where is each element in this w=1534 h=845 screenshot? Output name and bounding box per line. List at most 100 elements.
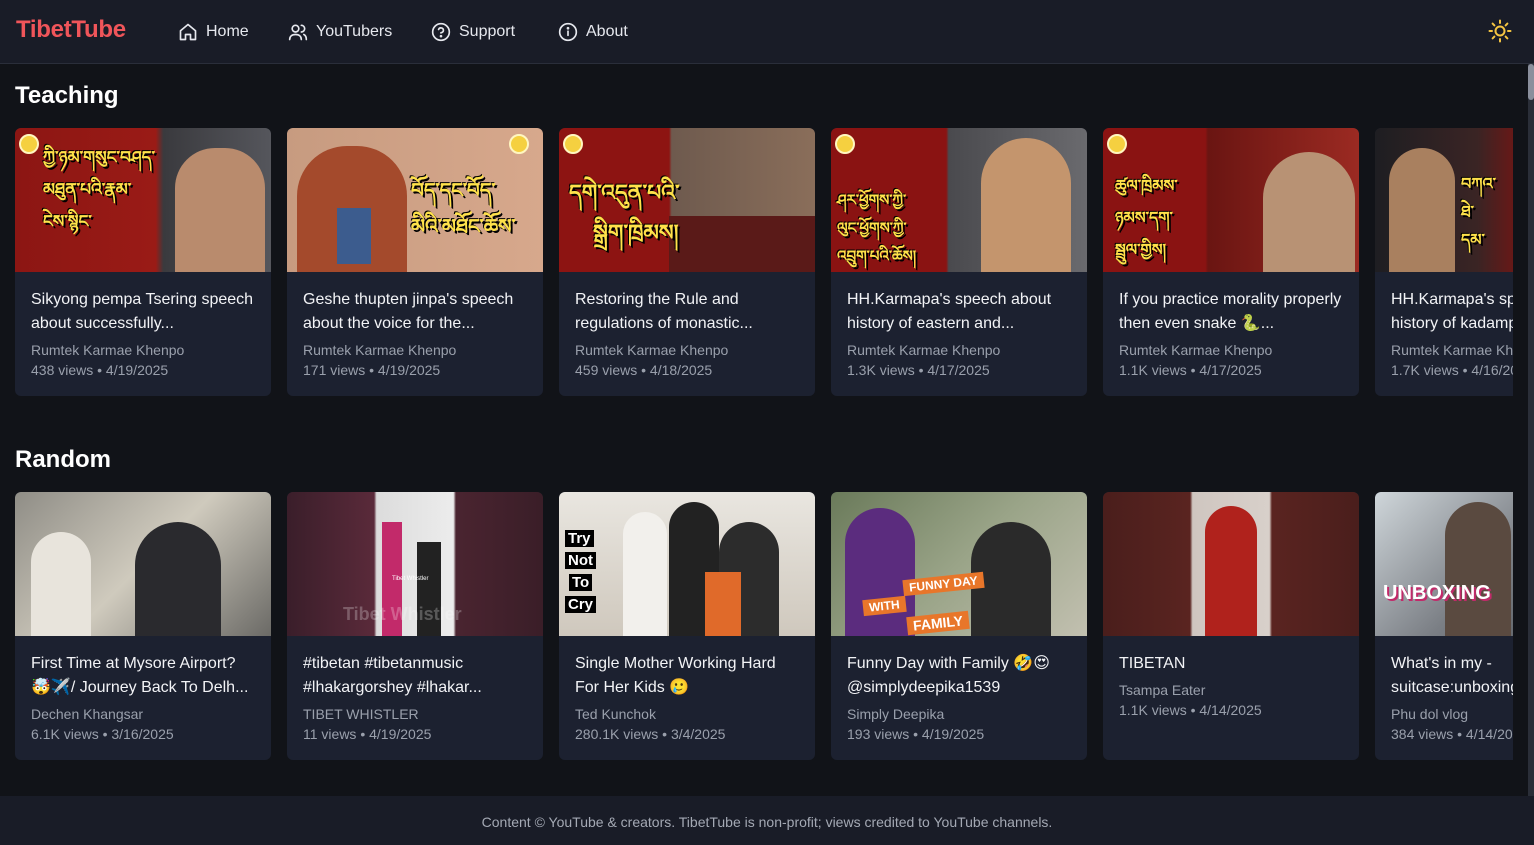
video-channel[interactable]: Rumtek Karmae Khenpo	[575, 342, 728, 358]
video-card[interactable]: TIBETAN Tsampa Eater 1.1K views • 4/14/2…	[1103, 492, 1359, 760]
emblem-icon	[563, 134, 583, 154]
video-channel[interactable]: Rumtek Karmae Khenpo	[303, 342, 456, 358]
video-thumbnail[interactable]: ཚུལ་ཁྲིམས་ ཉམས་དག་ སྦྲུལ་གྱིས།	[1103, 128, 1359, 272]
page-scrollbar[interactable]	[1528, 64, 1534, 796]
speaker-figure	[1389, 148, 1455, 272]
nav-item-label: About	[586, 23, 628, 40]
video-card[interactable]: དགེ་འདུན་པའི་ སྒྲིག་ཁྲིམས། Restoring the…	[559, 128, 815, 396]
person-figure	[623, 512, 667, 636]
speaker-figure	[1263, 152, 1355, 272]
video-title[interactable]: Restoring the Rule and regulations of mo…	[575, 288, 801, 336]
video-channel[interactable]: Phu dol vlog	[1391, 706, 1468, 722]
video-meta: 1.7K views • 4/16/2025	[1391, 362, 1513, 378]
video-title[interactable]: Funny Day with Family 🤣😍 @simplydeepika1…	[847, 652, 1073, 700]
video-channel[interactable]: Rumtek Karmae Khenpo	[31, 342, 184, 358]
person-figure	[1205, 506, 1257, 636]
video-title[interactable]: TIBETAN	[1119, 652, 1345, 676]
thumbnail-text: ངེས་སྙིང་	[43, 212, 92, 232]
video-meta: 1.1K views • 4/14/2025	[1119, 702, 1262, 718]
video-thumbnail[interactable]: FUNNY DAY WITH FAMILY	[831, 492, 1087, 636]
video-title[interactable]: HH.Karmapa's speech about history of kad…	[1391, 288, 1513, 336]
person-figure	[31, 532, 91, 636]
video-title[interactable]: HH.Karmapa's speech about history of eas…	[847, 288, 1073, 336]
video-meta: 193 views • 4/19/2025	[847, 726, 985, 742]
video-channel[interactable]: Simply Deepika	[847, 706, 944, 722]
video-title[interactable]: #tibetan #tibetanmusic #lhakargorshey #l…	[303, 652, 529, 700]
video-card[interactable]: བོད་དང་བོད་ མིའི་མཐོང་ཆོས་ Geshe thupten…	[287, 128, 543, 396]
video-channel[interactable]: Rumtek Karmae Khenpo	[847, 342, 1000, 358]
info-icon	[558, 22, 578, 42]
help-circle-icon	[431, 22, 451, 42]
video-card[interactable]: Try Not To Cry Single Mother Working Har…	[559, 492, 815, 760]
section-title: Teaching	[15, 82, 119, 109]
emblem-icon	[1107, 134, 1127, 154]
thumbnail-text: མིའི་མཐོང་ཆོས་	[411, 214, 516, 238]
video-card[interactable]: ཤར་ཕྱོགས་ཀྱི་ ལུང་ཕྱོགས་ཀྱི་ འབྲུག་པའི་ཆ…	[831, 128, 1087, 396]
video-title[interactable]: What's in my - suitcase:unboxing...	[1391, 652, 1513, 700]
video-channel[interactable]: Rumtek Karmae Khenpo	[1391, 342, 1513, 358]
video-thumbnail[interactable]: UNBOXING	[1375, 492, 1513, 636]
video-row-teaching[interactable]: ཀྱི་ཉམ་གསུང་བཤད་ མཐུན་པའི་རྣམ་ ངེས་སྙིང་…	[15, 128, 1513, 396]
thumbnail-text: སྦྲུལ་གྱིས།	[1115, 240, 1167, 259]
thumbnail-text: Not	[565, 552, 596, 569]
nav-item-label: Home	[206, 23, 249, 40]
video-channel[interactable]: Ted Kunchok	[575, 706, 656, 722]
video-channel[interactable]: Dechen Khangsar	[31, 706, 143, 722]
watermark-text: Tibet Whistler	[392, 576, 429, 582]
video-thumbnail[interactable]: ཀྱི་ཉམ་གསུང་བཤད་ མཐུན་པའི་རྣམ་ ངེས་སྙིང་	[15, 128, 271, 272]
brand-logo[interactable]: TibetTube	[16, 16, 126, 44]
thumbnail-text: སྒྲིག་ཁྲིམས།	[593, 221, 679, 246]
video-thumbnail[interactable]: Tibet Whistler Tibet Whistler	[287, 492, 543, 636]
video-meta: 280.1K views • 3/4/2025	[575, 726, 726, 742]
top-nav: TibetTube Home YouTubers Support About	[0, 0, 1534, 64]
video-meta: 384 views • 4/14/2025	[1391, 726, 1513, 742]
scrollbar-thumb[interactable]	[1528, 64, 1534, 100]
video-meta: 171 views • 4/19/2025	[303, 362, 441, 378]
video-channel[interactable]: Rumtek Karmae Khenpo	[1119, 342, 1272, 358]
video-card[interactable]: ཀྱི་ཉམ་གསུང་བཤད་ མཐུན་པའི་རྣམ་ ངེས་སྙིང་…	[15, 128, 271, 396]
nav-item-home[interactable]: Home	[178, 20, 249, 44]
video-thumbnail[interactable]	[15, 492, 271, 636]
video-channel[interactable]: TIBET WHISTLER	[303, 706, 419, 722]
watermark-text: Tibet Whistler	[343, 604, 462, 624]
video-channel[interactable]: Tsampa Eater	[1119, 682, 1205, 698]
video-thumbnail[interactable]: Try Not To Cry	[559, 492, 815, 636]
footer-text: Content © YouTube & creators. TibetTube …	[481, 814, 1053, 830]
speaker-figure	[981, 138, 1071, 272]
person-figure	[845, 508, 915, 636]
video-thumbnail[interactable]: དགེ་འདུན་པའི་ སྒྲིག་ཁྲིམས།	[559, 128, 815, 272]
video-thumbnail[interactable]: ཤར་ཕྱོགས་ཀྱི་ ལུང་ཕྱོགས་ཀྱི་ འབྲུག་པའི་ཆ…	[831, 128, 1087, 272]
person-figure	[1445, 502, 1511, 636]
video-title[interactable]: Single Mother Working Hard For Her Kids …	[575, 652, 801, 700]
video-meta: 1.1K views • 4/17/2025	[1119, 362, 1262, 378]
video-meta: 438 views • 4/19/2025	[31, 362, 169, 378]
video-card[interactable]: བཀའ་ ཐེ་ དམ་ HH.Karmapa's speech about h…	[1375, 128, 1513, 396]
emblem-icon	[835, 134, 855, 154]
video-thumbnail[interactable]	[1103, 492, 1359, 636]
nav-item-youtubers[interactable]: YouTubers	[288, 20, 392, 44]
video-row-random[interactable]: First Time at Mysore Airport? 🤯✈️/ Journ…	[15, 492, 1513, 760]
video-title[interactable]: Geshe thupten jinpa's speech about the v…	[303, 288, 529, 336]
thumbnail-text: To	[569, 574, 593, 591]
video-thumbnail[interactable]: བཀའ་ ཐེ་ དམ་	[1375, 128, 1513, 272]
users-icon	[288, 24, 308, 41]
thumbnail-text: Cry	[565, 596, 597, 613]
video-meta: 6.1K views • 3/16/2025	[31, 726, 174, 742]
video-card[interactable]: UNBOXING What's in my - suitcase:unboxin…	[1375, 492, 1513, 760]
video-title[interactable]: First Time at Mysore Airport? 🤯✈️/ Journ…	[31, 652, 257, 700]
video-card[interactable]: ཚུལ་ཁྲིམས་ ཉམས་དག་ སྦྲུལ་གྱིས། If you pr…	[1103, 128, 1359, 396]
section-random: Random First Time at Mysore Airport? 🤯✈️…	[0, 446, 1513, 766]
section-title: Random	[15, 446, 111, 473]
video-title[interactable]: If you practice morality properly then e…	[1119, 288, 1345, 336]
video-card[interactable]: First Time at Mysore Airport? 🤯✈️/ Journ…	[15, 492, 271, 760]
sun-icon[interactable]	[1488, 19, 1512, 43]
video-thumbnail[interactable]: བོད་དང་བོད་ མིའི་མཐོང་ཆོས་	[287, 128, 543, 272]
nav-item-label: Support	[459, 23, 516, 40]
nav-item-about[interactable]: About	[558, 20, 628, 44]
thumbnail-text: FAMILY	[906, 610, 970, 636]
thumbnail-text: འབྲུག་པའི་ཆོས།	[837, 247, 917, 265]
video-title[interactable]: Sikyong pempa Tsering speech about succe…	[31, 288, 257, 336]
video-card[interactable]: FUNNY DAY WITH FAMILY Funny Day with Fam…	[831, 492, 1087, 760]
nav-item-support[interactable]: Support	[431, 20, 515, 44]
video-card[interactable]: Tibet Whistler Tibet Whistler #tibetan #…	[287, 492, 543, 760]
